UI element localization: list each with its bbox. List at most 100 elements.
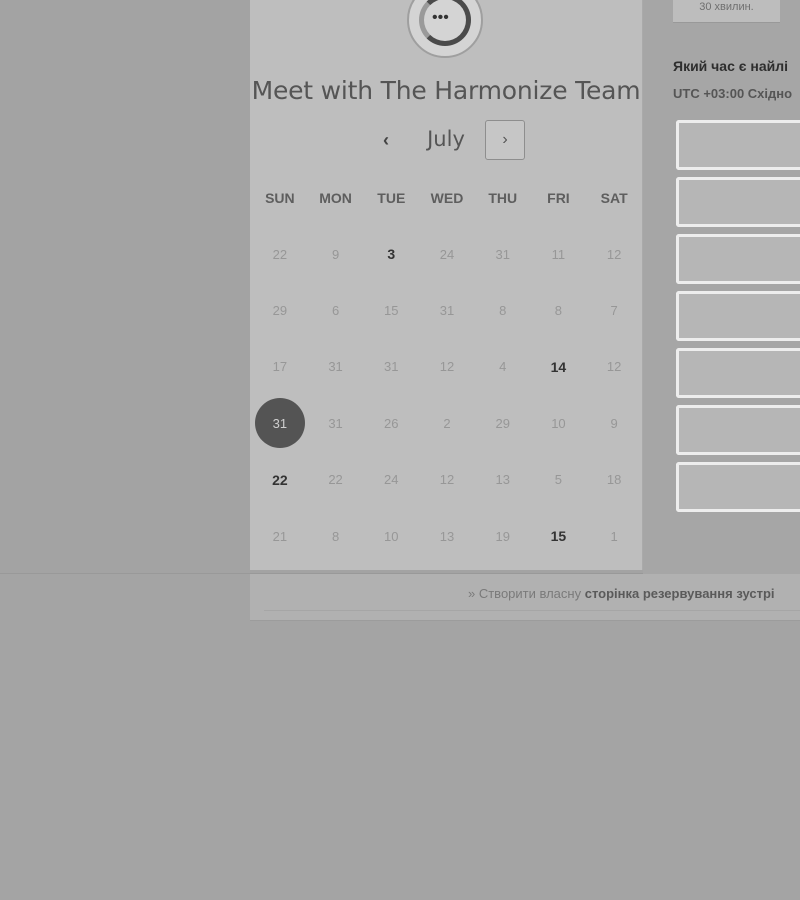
calendar-day-number: 18 <box>606 472 622 488</box>
calendar-day-available[interactable]: 15 <box>531 508 587 564</box>
calendar-day-available[interactable]: 14 <box>531 339 587 395</box>
calendar-day-number: 1 <box>610 528 618 544</box>
calendar-day-number: 6 <box>331 303 340 319</box>
calendar-day-number: 10 <box>384 528 399 544</box>
calendar-day: 17 <box>252 339 308 395</box>
calendar-day-number: 8 <box>331 528 340 544</box>
calendar-day-number: 5 <box>554 472 563 488</box>
time-slot-button[interactable] <box>676 234 800 284</box>
next-month-button[interactable]: › <box>485 120 525 160</box>
calendar-day-number: 31 <box>384 359 399 375</box>
calendar-day-number: 31 <box>254 398 305 449</box>
calendar-day-number: 29 <box>495 415 510 431</box>
calendar-day: 22 <box>308 452 364 508</box>
calendar-day-number: 12 <box>606 246 622 262</box>
calendar-day: 24 <box>363 452 419 508</box>
calendar-day: 4 <box>475 339 531 395</box>
calendar-day: 10 <box>363 508 419 564</box>
calendar-day: 18 <box>586 452 642 508</box>
calendar-day: 8 <box>308 508 364 564</box>
calendar-day: 21 <box>252 508 308 564</box>
month-navigation: ‹ July › <box>250 118 642 162</box>
calendar-day-number: 12 <box>439 359 455 375</box>
calendar-day-number: 31 <box>439 303 455 319</box>
calendar-day: 13 <box>475 452 531 508</box>
weekday-fri: FRI <box>547 190 570 206</box>
weekday-tue: TUE <box>377 190 406 206</box>
calendar-day: 12 <box>419 452 475 508</box>
calendar-day-number: 17 <box>272 359 288 375</box>
calendar-day-number: 8 <box>499 303 507 319</box>
calendar-day-number: 22 <box>272 246 288 262</box>
calendar-day: 22 <box>252 226 308 282</box>
team-avatar: ••• <box>407 0 483 58</box>
booking-card: ••• Meet with The Harmonize Team ‹ July … <box>250 0 643 570</box>
weekday-sat: SAT <box>600 190 628 206</box>
time-slot-button[interactable] <box>676 291 800 341</box>
calendar-day-number: 22 <box>272 471 288 488</box>
calendar-day: 31 <box>475 226 531 282</box>
calendar-day-number: 31 <box>328 415 343 431</box>
calendar-day-number: 14 <box>550 358 567 375</box>
create-booking-page-link[interactable]: » Створити власну сторінка резервування … <box>468 586 775 601</box>
calendar-day-number: 9 <box>331 246 340 262</box>
calendar-day-number: 4 <box>499 359 507 375</box>
duration-badge: 30 хвилин. <box>673 0 780 23</box>
time-slot-button[interactable] <box>676 348 800 398</box>
calendar-day-number: 12 <box>606 359 622 375</box>
calendar-day: 15 <box>363 282 419 338</box>
calendar-day: 8 <box>531 282 587 338</box>
calendar-day-number: 29 <box>272 303 288 319</box>
time-slot-button[interactable] <box>676 462 800 512</box>
calendar-day-selected[interactable]: 31 <box>252 395 308 451</box>
calendar-day-number: 13 <box>439 528 455 544</box>
calendar-day: 24 <box>419 226 475 282</box>
calendar-day: 29 <box>475 395 531 451</box>
calendar-day: 10 <box>531 395 587 451</box>
time-slot-panel: 30 хвилин. Який час є найлі UTC +03:00 С… <box>643 0 800 574</box>
calendar-day: 9 <box>308 226 364 282</box>
calendar-day: 19 <box>475 508 531 564</box>
calendar-day: 31 <box>363 339 419 395</box>
calendar-day: 6 <box>308 282 364 338</box>
calendar-day-number: 7 <box>610 303 618 319</box>
time-question-heading: Який час є найлі <box>673 58 789 74</box>
chat-bubble-icon: ••• <box>419 0 471 46</box>
calendar-day: 9 <box>586 395 642 451</box>
weekday-mon: MON <box>319 190 352 206</box>
footer-link-bold: сторінка резервування зустрі <box>584 586 775 601</box>
calendar-day-number: 15 <box>550 528 567 545</box>
weekday-wed: WED <box>430 190 464 206</box>
calendar-day-number: 22 <box>328 472 343 488</box>
calendar-day: 8 <box>475 282 531 338</box>
calendar-day: 12 <box>419 339 475 395</box>
calendar-days-grid: 22 9 3 24 31 11 12 29 6 15 31 8 8 7 17 31 31 12 4 14 12 31 31 2… <box>252 226 642 564</box>
calendar-day: 12 <box>586 226 642 282</box>
calendar-day-number: 2 <box>443 415 451 431</box>
calendar-day-number: 24 <box>384 472 399 488</box>
calendar-day: 5 <box>531 452 587 508</box>
calendar-day-number: 8 <box>554 303 563 319</box>
calendar-day: 26 <box>363 395 419 451</box>
calendar-day-number: 21 <box>272 528 288 544</box>
calendar-day: 31 <box>419 282 475 338</box>
calendar-day-number: 31 <box>495 246 510 262</box>
footer-link-prefix: » Створити власну <box>468 586 585 601</box>
calendar-day-number: 31 <box>328 359 343 375</box>
calendar-day: 31 <box>308 339 364 395</box>
calendar-day-number: 26 <box>384 415 399 431</box>
prev-month-button[interactable]: ‹ <box>372 126 400 154</box>
month-label: July <box>427 127 465 151</box>
weekday-thu: THU <box>488 190 518 206</box>
calendar-day-number: 24 <box>439 246 455 262</box>
calendar-day-number: 11 <box>551 246 566 262</box>
timezone-label[interactable]: UTC +03:00 Східно <box>673 86 792 101</box>
calendar-day-available[interactable]: 3 <box>363 226 419 282</box>
time-slot-button[interactable] <box>676 405 800 455</box>
time-slot-button[interactable] <box>676 120 800 170</box>
calendar-day-available[interactable]: 22 <box>252 452 308 508</box>
calendar-day: 1 <box>586 508 642 564</box>
calendar-day-number: 9 <box>610 415 618 431</box>
calendar-day: 11 <box>531 226 587 282</box>
time-slot-button[interactable] <box>676 177 800 227</box>
